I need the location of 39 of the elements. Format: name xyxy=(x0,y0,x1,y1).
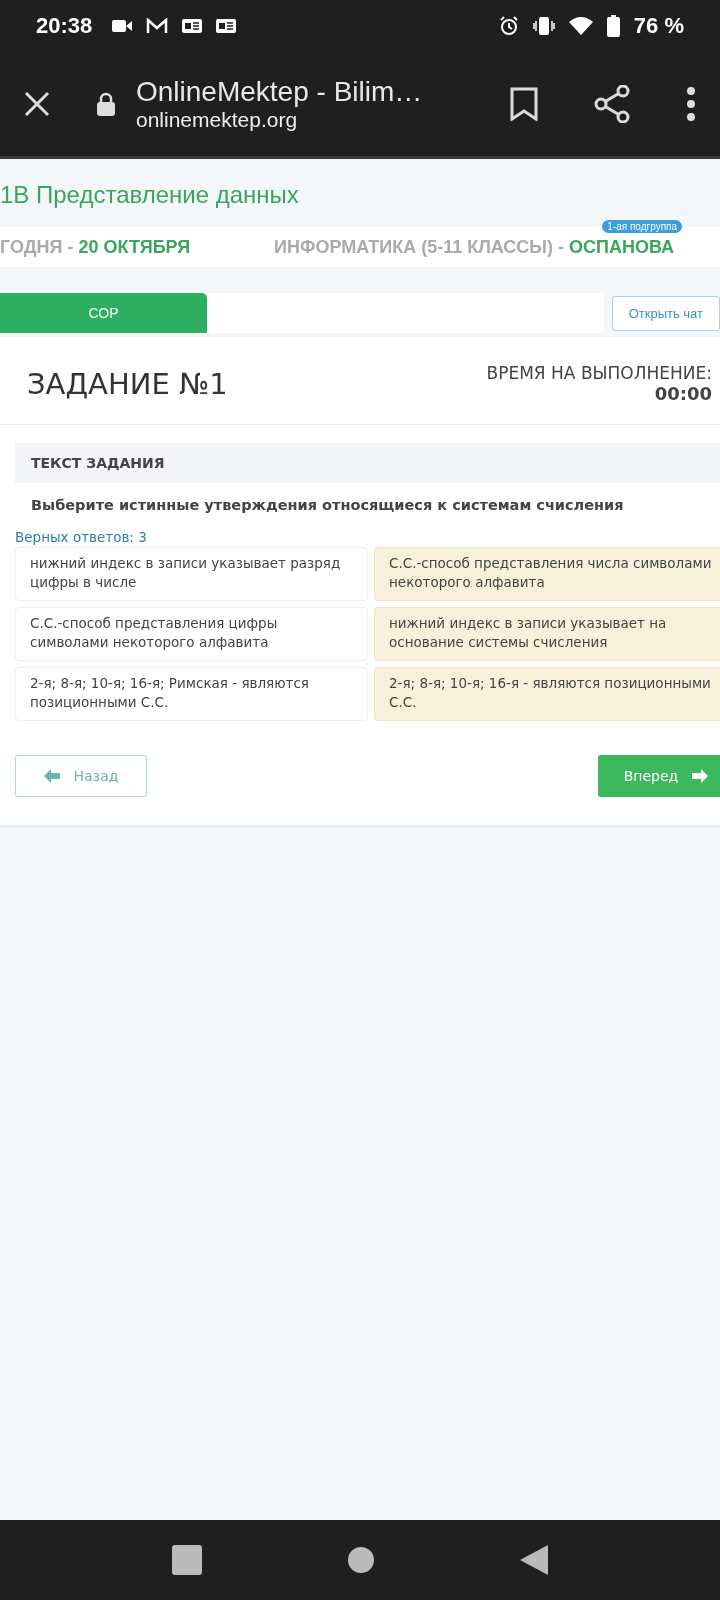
back-icon[interactable] xyxy=(519,1545,548,1575)
open-chat-button[interactable]: Открыть чат xyxy=(611,295,720,331)
date-label: ГОДНЯ - 20 ОКТЯБРЯ xyxy=(0,236,191,258)
arrow-left-icon xyxy=(43,769,60,783)
vibrate-icon xyxy=(532,16,555,36)
lesson-title: 1В Представление данных xyxy=(0,181,299,208)
question-text: Выберите истинные утверждения относящиеся к системам счисления xyxy=(31,497,624,513)
bookmark-icon[interactable] xyxy=(510,87,538,121)
mail-icon xyxy=(146,18,169,34)
alarm-icon xyxy=(498,16,519,36)
page-url: onlinemektep.org xyxy=(136,108,299,132)
video-camera-icon xyxy=(112,20,133,32)
menu-icon[interactable] xyxy=(686,87,696,121)
news-icon xyxy=(216,19,237,33)
close-icon[interactable] xyxy=(24,91,50,117)
answer-option[interactable]: нижний индекс в записи указывает на основание системы счисления xyxy=(374,607,720,661)
page-title: OnlineMektep - Bilim… xyxy=(136,76,424,108)
answer-option[interactable]: С.С.-способ представления числа символами некоторого алфавита xyxy=(374,547,720,601)
answer-option[interactable]: 2-я; 8-я; 10-я; 16-я - являются позиционными С.С. xyxy=(374,667,720,721)
battery-percentage: 76 % xyxy=(633,13,684,39)
share-icon[interactable] xyxy=(594,85,630,123)
news-icon xyxy=(182,19,203,33)
answer-option[interactable]: нижний индекс в записи указывает разряд цифры в числе xyxy=(15,547,368,601)
time-label: ВРЕМЯ НА ВЫПОЛНЕНИЕ: xyxy=(486,363,712,383)
subject-label: ИНФОРМАТИКА (5-11 КЛАССЫ) - ОСПАНОВА xyxy=(274,236,675,258)
time-value: 00:00 xyxy=(654,383,712,404)
arrow-right-icon xyxy=(692,769,709,783)
subgroup-badge: 1-ая подгруппа xyxy=(602,219,683,233)
battery-icon xyxy=(606,15,620,37)
home-icon[interactable] xyxy=(347,1546,375,1574)
answer-option[interactable]: 2-я; 8-я; 10-я; 16-я; Римская - являются позиционными С.С. xyxy=(15,667,368,721)
lock-icon xyxy=(96,92,116,116)
task-title: ЗАДАНИЕ №1 xyxy=(27,366,228,401)
section-header: ТЕКСТ ЗАДАНИЯ xyxy=(15,443,720,483)
recents-icon[interactable] xyxy=(172,1545,203,1575)
wifi-icon xyxy=(568,16,593,36)
correct-count: Верных ответов: 3 xyxy=(15,529,147,545)
answer-option[interactable]: С.С.-способ представления цифры символами некоторого алфавита xyxy=(15,607,368,661)
clock: 20:38 xyxy=(36,13,93,39)
